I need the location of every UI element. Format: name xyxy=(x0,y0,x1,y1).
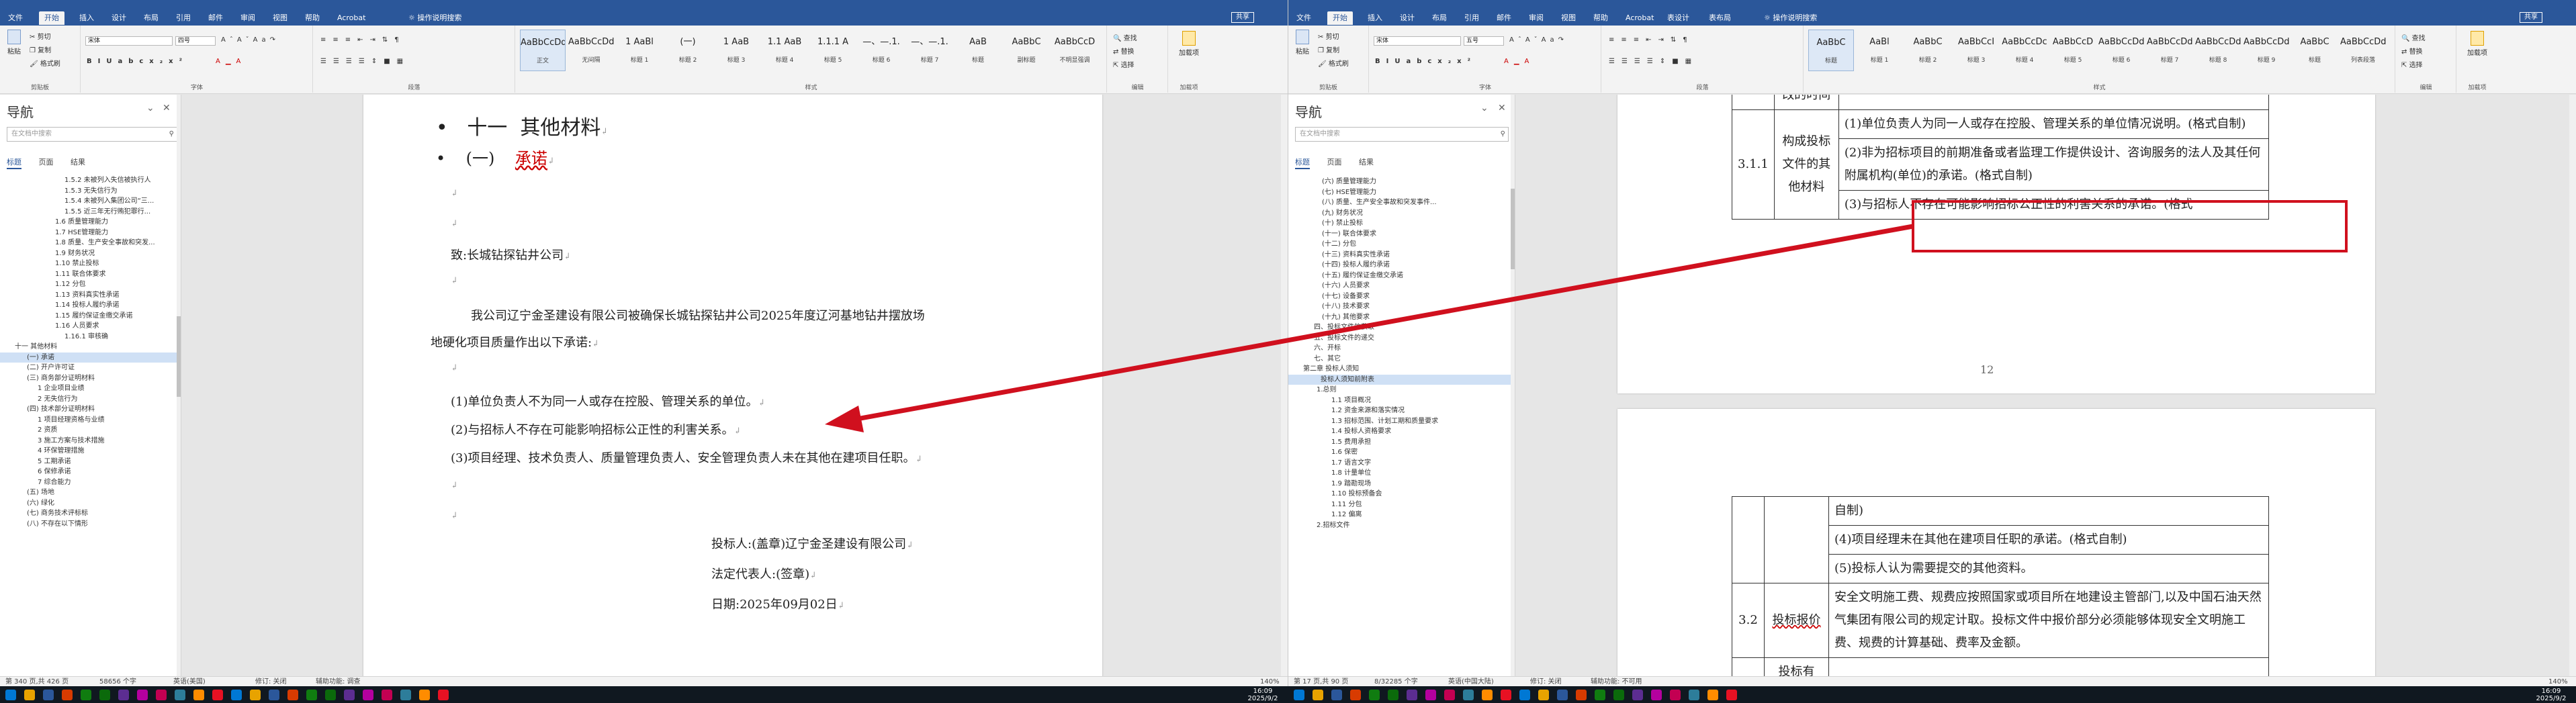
taskbar-app-icon[interactable] xyxy=(231,690,242,700)
taskbar-app-icon[interactable] xyxy=(419,690,430,700)
taskbar-app-icon[interactable] xyxy=(1369,690,1380,700)
taskbar-app-icon[interactable] xyxy=(1707,690,1718,700)
taskbar-app-icon[interactable] xyxy=(1388,690,1398,700)
taskbar-app-icon[interactable] xyxy=(193,690,204,700)
taskbar-app-icon[interactable] xyxy=(1482,690,1493,700)
taskbar-app-icon[interactable] xyxy=(24,690,35,700)
taskbar-app-icon[interactable] xyxy=(1726,690,1737,700)
taskbar-app-icon[interactable] xyxy=(1557,690,1568,700)
taskbar-app-icon[interactable] xyxy=(1670,690,1681,700)
taskbar-app-icon[interactable] xyxy=(325,690,336,700)
taskbar-app-icon[interactable] xyxy=(43,690,54,700)
taskbar-app-icon[interactable] xyxy=(1689,690,1699,700)
taskbar-app-icon[interactable] xyxy=(212,690,223,700)
taskbar-app-icon[interactable] xyxy=(438,690,449,700)
taskbar-app-icon[interactable] xyxy=(1407,690,1417,700)
annotation-overlay xyxy=(825,200,2348,432)
taskbar-app-icon[interactable] xyxy=(1632,690,1643,700)
taskbar-app-icon[interactable] xyxy=(62,690,73,700)
taskbar-app-icon[interactable] xyxy=(99,690,110,700)
taskbar-app-icon[interactable] xyxy=(363,690,373,700)
annotation-arrow-head xyxy=(825,406,864,432)
taskbar-app-icon[interactable] xyxy=(1595,690,1605,700)
taskbar-app-icon[interactable] xyxy=(81,690,91,700)
taskbar-app-icon[interactable] xyxy=(1651,690,1662,700)
taskbar-app-icon[interactable] xyxy=(1313,690,1323,700)
taskbar-app-icon[interactable] xyxy=(118,690,129,700)
taskbar-app-icon[interactable] xyxy=(1331,690,1342,700)
taskbar-app-icon[interactable] xyxy=(250,690,261,700)
taskbar-app-icon[interactable] xyxy=(306,690,317,700)
taskbar-app-icon[interactable] xyxy=(5,690,16,700)
taskbar-app-icon[interactable] xyxy=(1538,690,1549,700)
taskbar: 16:09 2025/9/2 16:09 2025/9/2 xyxy=(0,686,2576,703)
taskbar-app-icon[interactable] xyxy=(1425,690,1436,700)
taskbar-app-icon[interactable] xyxy=(1350,690,1361,700)
taskbar-app-icon[interactable] xyxy=(400,690,411,700)
clock-left[interactable]: 16:09 2025/9/2 xyxy=(1243,688,1283,702)
clock-right[interactable]: 16:09 2025/9/2 xyxy=(2531,688,2571,702)
taskbar-app-icon[interactable] xyxy=(1576,690,1587,700)
annotation-arrow-line xyxy=(852,224,1914,422)
taskbar-app-icon[interactable] xyxy=(382,690,392,700)
taskbar-app-icon[interactable] xyxy=(1294,690,1304,700)
taskbar-app-icon[interactable] xyxy=(269,690,279,700)
taskbar-app-icon[interactable] xyxy=(156,690,167,700)
taskbar-app-icon[interactable] xyxy=(1613,690,1624,700)
taskbar-app-icon[interactable] xyxy=(1501,690,1511,700)
highlight-box xyxy=(1912,200,2348,252)
taskbar-app-icon[interactable] xyxy=(344,690,355,700)
taskbar-app-icon[interactable] xyxy=(1444,690,1455,700)
taskbar-app-icon[interactable] xyxy=(1463,690,1474,700)
taskbar-app-icon[interactable] xyxy=(1519,690,1530,700)
taskbar-app-icon[interactable] xyxy=(137,690,148,700)
taskbar-app-icon[interactable] xyxy=(175,690,185,700)
taskbar-app-icon[interactable] xyxy=(287,690,298,700)
